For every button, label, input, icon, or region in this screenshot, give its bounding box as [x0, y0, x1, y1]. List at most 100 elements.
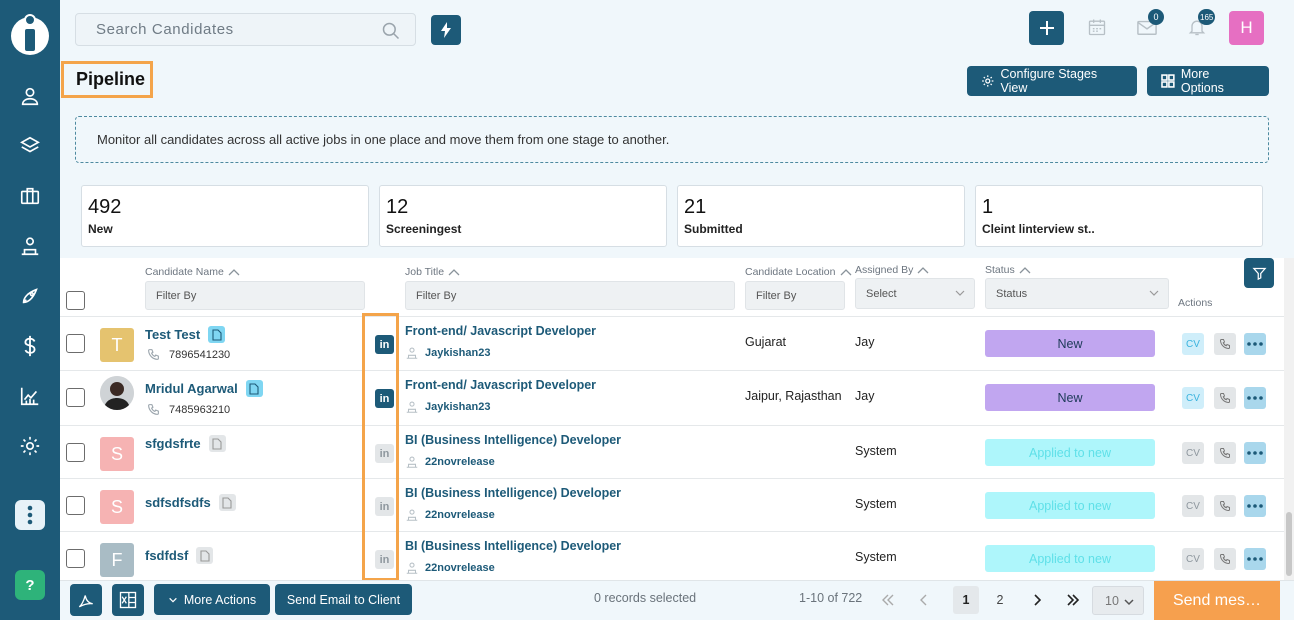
jobs-briefcase-icon[interactable] [18, 184, 42, 208]
call-button[interactable] [1214, 387, 1236, 409]
more-actions-ellipsis-button[interactable] [1244, 548, 1266, 570]
more-actions-ellipsis-button[interactable] [1244, 495, 1266, 517]
column-header-assigned-by[interactable]: Assigned By [855, 264, 929, 276]
job-title-link[interactable]: Front-end/ Javascript Developer [405, 378, 596, 392]
cv-button[interactable]: CV [1182, 387, 1204, 409]
job-title-link[interactable]: Front-end/ Javascript Developer [405, 324, 596, 338]
row-checkbox[interactable] [66, 388, 85, 407]
help-icon[interactable]: ? [15, 570, 45, 600]
more-options-button[interactable]: More Options [1147, 66, 1269, 96]
bell-icon[interactable]: 165 [1186, 9, 1216, 38]
candidates-icon[interactable] [18, 84, 42, 108]
call-button[interactable] [1214, 495, 1236, 517]
resume-doc-icon[interactable] [245, 380, 263, 397]
select-all-checkbox[interactable] [66, 291, 85, 310]
more-actions-ellipsis-button[interactable] [1244, 442, 1266, 464]
table-row[interactable]: S sdfsdfsdfs in BI (Business Intelligenc… [60, 478, 1284, 532]
row-checkbox[interactable] [66, 549, 85, 568]
candidate-name-link[interactable]: fsdfdsf [145, 547, 214, 564]
sort-up-icon[interactable] [448, 268, 460, 276]
sort-up-icon[interactable] [917, 266, 929, 274]
search-input[interactable] [76, 14, 366, 45]
cv-button[interactable]: CV [1182, 548, 1204, 570]
stat-card-screening[interactable]: 12 Screeningest [379, 185, 667, 247]
prev-page-icon[interactable] [911, 586, 937, 614]
add-new-button[interactable] [1029, 11, 1064, 45]
export-excel-button[interactable] [112, 584, 144, 616]
search-icon[interactable] [381, 21, 401, 46]
user-avatar[interactable]: H [1229, 11, 1264, 45]
resume-doc-icon[interactable] [218, 494, 236, 511]
call-button[interactable] [1214, 442, 1236, 464]
cv-button[interactable]: CV [1182, 442, 1204, 464]
status-badge[interactable]: Applied to new [985, 492, 1155, 519]
configure-stages-button[interactable]: Configure Stages View [967, 66, 1137, 96]
mail-icon[interactable]: 0 [1136, 9, 1164, 38]
row-checkbox[interactable] [66, 443, 85, 462]
filter-status-select[interactable]: Status [985, 278, 1169, 309]
column-header-location[interactable]: Candidate Location [745, 266, 852, 278]
sort-up-icon[interactable] [228, 268, 240, 276]
table-row[interactable]: T Test Test 7896541230 in Front-end/ Jav… [60, 316, 1284, 370]
cv-button[interactable]: CV [1182, 333, 1204, 355]
more-vertical-icon[interactable] [15, 500, 45, 530]
filter-location[interactable]: Filter By [745, 281, 845, 310]
more-actions-button[interactable]: More Actions [154, 584, 270, 615]
filter-job-title[interactable]: Filter By [405, 281, 735, 310]
job-title-link[interactable]: BI (Business Intelligence) Developer [405, 539, 621, 553]
column-header-job-title[interactable]: Job Title [405, 266, 460, 278]
reports-chart-icon[interactable] [18, 384, 42, 408]
job-title-link[interactable]: BI (Business Intelligence) Developer [405, 486, 621, 500]
sort-up-icon[interactable] [1019, 266, 1031, 274]
resume-doc-icon[interactable] [196, 547, 214, 564]
pipeline-layers-icon[interactable] [18, 134, 42, 158]
row-checkbox[interactable] [66, 496, 85, 515]
page-1-button[interactable]: 1 [953, 586, 979, 614]
status-badge[interactable]: New [985, 384, 1155, 411]
job-title-link[interactable]: BI (Business Intelligence) Developer [405, 433, 621, 447]
candidate-name-link[interactable]: sdfsdfsdfs [145, 494, 236, 511]
last-page-icon[interactable] [1060, 586, 1086, 614]
page-size-select[interactable]: 10 [1092, 586, 1144, 615]
page-2-button[interactable]: 2 [987, 586, 1013, 614]
quick-action-bolt-button[interactable] [431, 15, 461, 45]
sort-up-icon[interactable] [840, 268, 852, 276]
clients-org-icon[interactable] [18, 234, 42, 258]
stat-card-new[interactable]: 492 New [81, 185, 369, 247]
candidate-phone[interactable]: 7896541230 [147, 348, 230, 361]
table-row[interactable]: S sfgdsfrte in BI (Business Intelligence… [60, 425, 1284, 479]
scrollbar-thumb[interactable] [1286, 512, 1292, 576]
status-badge[interactable]: Applied to new [985, 545, 1155, 572]
send-email-to-client-button[interactable]: Send Email to Client [275, 584, 412, 615]
search-box[interactable] [75, 13, 416, 46]
resume-doc-icon[interactable] [208, 326, 226, 343]
call-button[interactable] [1214, 333, 1236, 355]
more-actions-ellipsis-button[interactable] [1244, 333, 1266, 355]
column-header-status[interactable]: Status [985, 264, 1031, 276]
status-badge[interactable]: Applied to new [985, 439, 1155, 466]
cv-button[interactable]: CV [1182, 495, 1204, 517]
next-page-icon[interactable] [1024, 586, 1050, 614]
dollar-icon[interactable] [18, 334, 42, 358]
candidate-name-link[interactable]: sfgdsfrte [145, 435, 226, 452]
rocket-icon[interactable] [18, 284, 42, 308]
settings-gear-icon[interactable] [18, 434, 42, 458]
call-button[interactable] [1214, 548, 1236, 570]
filter-assigned-by-select[interactable]: Select [855, 278, 975, 309]
export-pdf-button[interactable] [70, 584, 102, 616]
calendar-icon[interactable] [1086, 16, 1108, 38]
candidate-name-link[interactable]: Mridul Agarwal [145, 380, 263, 397]
row-checkbox[interactable] [66, 334, 85, 353]
stat-card-submitted[interactable]: 21 Submitted [677, 185, 965, 247]
resume-doc-icon[interactable] [208, 435, 226, 452]
table-row[interactable]: F fsdfdsf in BI (Business Intelligence) … [60, 531, 1284, 580]
status-badge[interactable]: New [985, 330, 1155, 357]
candidate-phone[interactable]: 7485963210 [147, 403, 230, 416]
send-message-button[interactable]: Send mes… [1154, 581, 1280, 620]
table-row[interactable]: Mridul Agarwal 7485963210 in Front-end/ … [60, 370, 1284, 425]
filter-candidate-name[interactable]: Filter By [145, 281, 365, 310]
more-actions-ellipsis-button[interactable] [1244, 387, 1266, 409]
first-page-icon[interactable] [875, 586, 901, 614]
advanced-filter-button[interactable] [1244, 258, 1274, 288]
stat-card-client-interview[interactable]: 1 Cleint linterview st.. [975, 185, 1263, 247]
